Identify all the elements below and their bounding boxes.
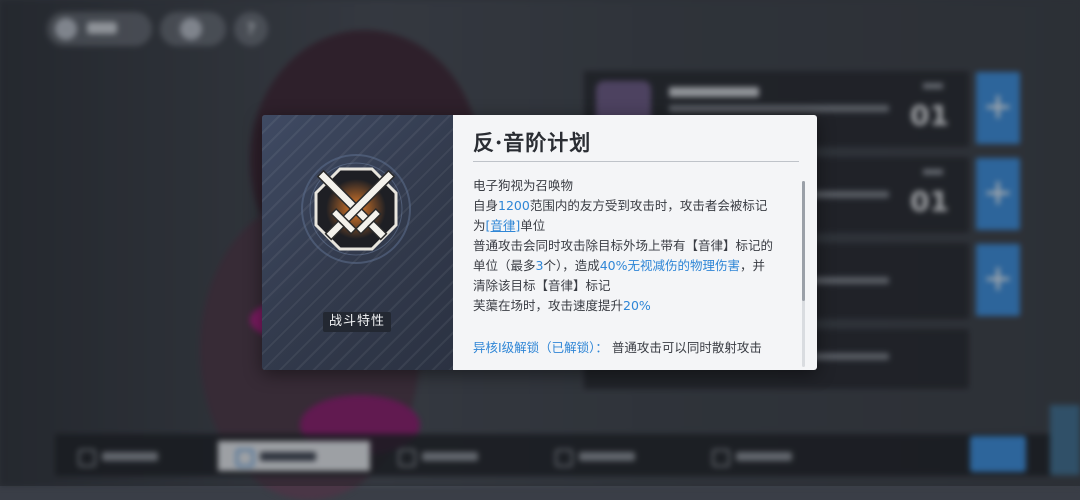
desc-line: 芙蕖在场时，攻击速度提升20% [473, 298, 651, 313]
unlock-info: 异核I级解锁（已解锁）： 普通攻击可以同时散射攻击 [473, 337, 762, 356]
rhythm-keyword-link[interactable]: [音律] [486, 218, 521, 233]
desc-line: 电子狗视为召唤物 [473, 178, 574, 193]
title-divider [473, 161, 799, 162]
desc-line: 普通攻击会同时攻击除目标外场上带有【音律】标记的 [473, 238, 774, 253]
trait-icon-panel: 战斗特性 [262, 115, 453, 370]
desc-line: 为[音律]单位 [473, 218, 546, 233]
trait-dialog: 战斗特性 反·音阶计划 电子狗视为召唤物 自身1200范围内的友方受到攻击时，攻… [262, 115, 817, 370]
desc-line: 自身1200范围内的友方受到攻击时，攻击者会被标记 [473, 198, 768, 213]
unlock-text: 普通攻击可以同时散射攻击 [611, 340, 762, 355]
trait-type-badge: 战斗特性 [323, 312, 391, 332]
crossed-swords-icon [301, 154, 411, 264]
scrollbar-thumb[interactable] [802, 181, 805, 301]
unlock-label: 异核I级解锁（已解锁）： [473, 340, 608, 355]
trait-detail-panel: 反·音阶计划 电子狗视为召唤物 自身1200范围内的友方受到攻击时，攻击者会被标… [453, 115, 817, 370]
trait-description: 电子狗视为召唤物 自身1200范围内的友方受到攻击时，攻击者会被标记 为[音律]… [473, 176, 793, 316]
description-scrollbar[interactable] [802, 181, 805, 367]
desc-line: 单位（最多3个），造成40%无视减伤的物理伤害，并 [473, 258, 766, 273]
desc-line: 清除该目标【音律】标记 [473, 278, 611, 293]
trait-title: 反·音阶计划 [473, 130, 592, 155]
